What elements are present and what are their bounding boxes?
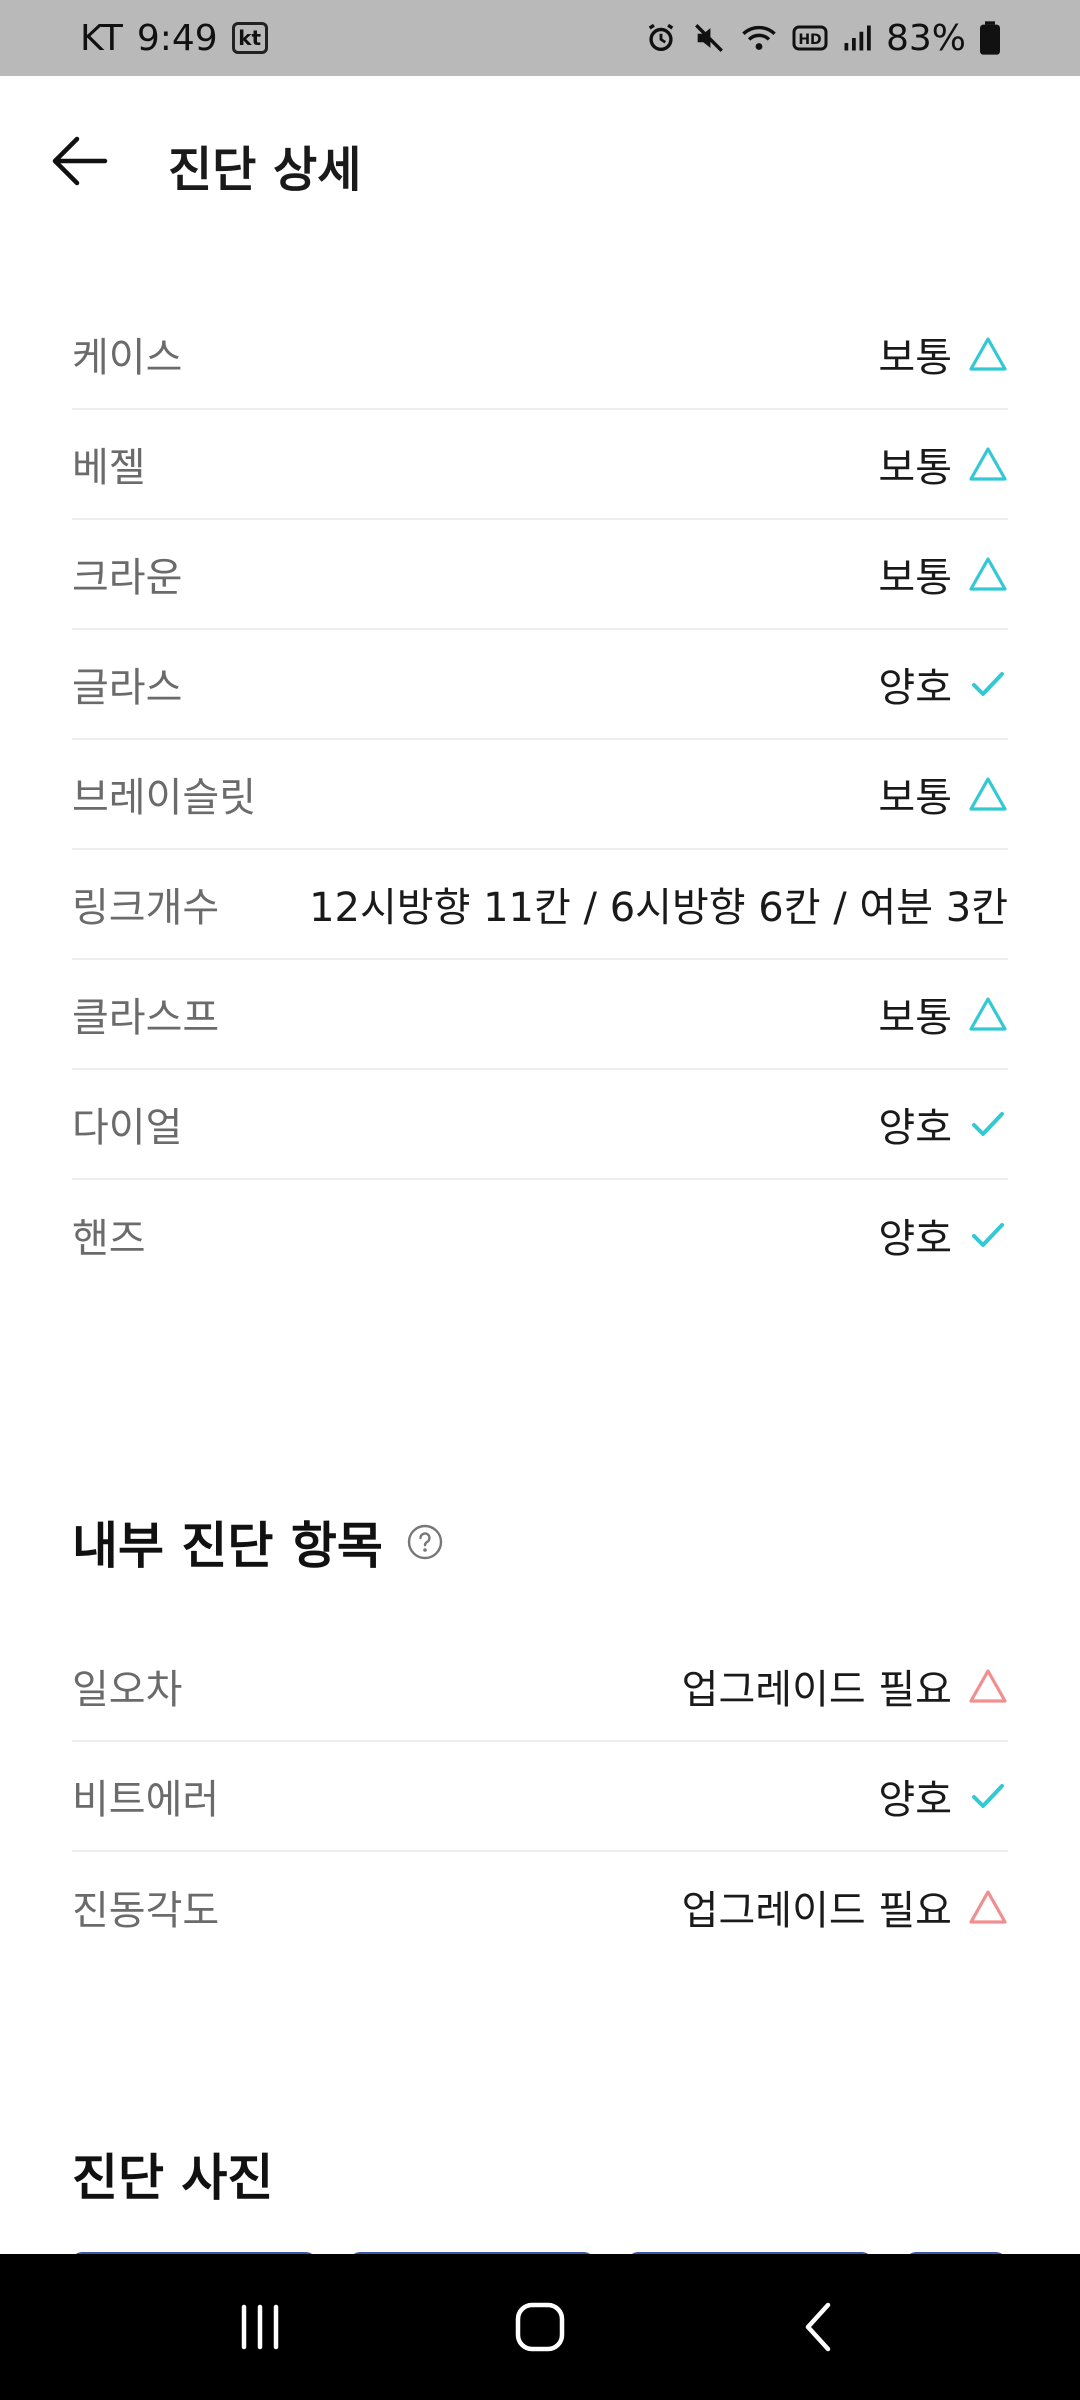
carrier-label: KT	[80, 17, 123, 59]
system-back-button[interactable]	[770, 2277, 870, 2377]
internal-section-title: 내부 진단 항목	[72, 1517, 383, 1575]
diagnosis-row: 브레이슬릿 보통	[72, 740, 1008, 850]
hd-voice-icon: HD	[792, 23, 828, 53]
home-button[interactable]	[490, 2277, 590, 2377]
triangle-icon	[968, 444, 1008, 484]
check-icon	[968, 1215, 1008, 1255]
check-icon	[968, 664, 1008, 704]
triangle-icon	[968, 774, 1008, 814]
diagnosis-value: 보통	[878, 995, 952, 1041]
diagnosis-label: 베젤	[72, 445, 146, 491]
diagnosis-value: 보통	[878, 555, 952, 601]
diagnosis-row: 일오차 업그레이드 필요	[72, 1632, 1008, 1742]
diagnosis-value: 보통	[878, 775, 952, 821]
status-bar: KT 9:49 kt HD 83%	[0, 0, 1080, 76]
app-header: 진단 상세	[0, 76, 1080, 246]
diagnosis-value-group: 보통	[878, 765, 1008, 823]
diagnosis-row: 클라스프 보통	[72, 960, 1008, 1070]
triangle-icon	[968, 994, 1008, 1034]
photos-section-title: 진단 사진	[72, 2149, 274, 2207]
diagnosis-value-group: 업그레이드 필요	[682, 1657, 1008, 1715]
battery-icon	[980, 21, 1000, 55]
diagnosis-label: 글라스	[72, 665, 183, 711]
diagnosis-label: 진동각도	[72, 1888, 220, 1934]
internal-section-heading: 내부 진단 항목	[72, 1506, 443, 1578]
help-circle-icon[interactable]	[407, 1524, 443, 1560]
diagnosis-row: 핸즈 양호	[72, 1180, 1008, 1290]
diagnosis-value-group: 업그레이드 필요	[682, 1878, 1008, 1936]
diagnosis-row: 케이스 보통	[72, 300, 1008, 410]
back-button[interactable]	[44, 126, 114, 196]
diagnosis-value-group: 양호	[878, 655, 1008, 713]
diagnosis-value: 업그레이드 필요	[681, 1888, 952, 1934]
diagnosis-label: 크라운	[72, 555, 183, 601]
diagnosis-label: 클라스프	[72, 995, 220, 1041]
diagnosis-label: 다이얼	[72, 1105, 183, 1151]
recent-apps-icon	[241, 2304, 279, 2350]
diagnosis-value: 양호	[878, 1777, 952, 1823]
battery-percent: 83%	[885, 17, 966, 59]
diagnosis-value-group: 양호	[878, 1767, 1008, 1825]
diagnosis-value: 보통	[878, 445, 952, 491]
diagnosis-row: 베젤 보통	[72, 410, 1008, 520]
signal-icon	[842, 23, 872, 53]
home-icon	[515, 2302, 565, 2352]
diagnosis-label: 핸즈	[72, 1216, 146, 1262]
diagnosis-row: 크라운 보통	[72, 520, 1008, 630]
diagnosis-label: 링크개수	[72, 885, 220, 931]
diagnosis-value: 12시방향 11칸 / 6시방향 6칸 / 여분 3칸	[309, 885, 1008, 931]
warning-triangle-icon	[968, 1666, 1008, 1706]
chevron-left-icon	[805, 2302, 831, 2352]
diagnosis-value-group: 보통	[878, 325, 1008, 383]
triangle-icon	[968, 334, 1008, 374]
arrow-left-icon	[52, 136, 108, 186]
diagnosis-value-group: 보통	[878, 545, 1008, 603]
diagnosis-value-group: 보통	[878, 985, 1008, 1043]
photos-section-heading: 진단 사진	[72, 2138, 273, 2210]
check-icon	[968, 1776, 1008, 1816]
diagnosis-value-group: 양호	[878, 1095, 1008, 1153]
diagnosis-label: 비트에러	[72, 1777, 220, 1823]
alarm-icon	[644, 21, 678, 55]
carrier-badge-icon: kt	[231, 22, 268, 54]
internal-diagnosis-list: 일오차 업그레이드 필요 비트에러 양호 진동각도 업그레이드 필요	[72, 1632, 1008, 1962]
diagnosis-value: 양호	[878, 1216, 952, 1262]
diagnosis-value-group: 12시방향 11칸 / 6시방향 6칸 / 여분 3칸	[309, 875, 1008, 933]
diagnosis-label: 브레이슬릿	[72, 775, 256, 821]
diagnosis-row: 링크개수 12시방향 11칸 / 6시방향 6칸 / 여분 3칸	[72, 850, 1008, 960]
diagnosis-label: 일오차	[72, 1667, 183, 1713]
diagnosis-label: 케이스	[72, 335, 183, 381]
wifi-icon	[740, 21, 778, 55]
diagnosis-value-group: 양호	[878, 1206, 1008, 1264]
svg-text:HD: HD	[798, 32, 821, 48]
system-navigation-bar	[0, 2254, 1080, 2400]
diagnosis-row: 진동각도 업그레이드 필요	[72, 1852, 1008, 1962]
page-title: 진단 상세	[168, 142, 362, 198]
diagnosis-row: 글라스 양호	[72, 630, 1008, 740]
diagnosis-value: 업그레이드 필요	[681, 1667, 952, 1713]
warning-triangle-icon	[968, 1887, 1008, 1927]
clock: 9:49	[136, 17, 218, 59]
diagnosis-value: 양호	[878, 1105, 952, 1151]
recent-apps-button[interactable]	[210, 2277, 310, 2377]
exterior-diagnosis-list: 케이스 보통 베젤 보통 크라운 보통 글라스 양호 브레이슬릿 보통 링크개수 12시방향 11칸 …	[72, 300, 1008, 1290]
mute-icon	[692, 21, 726, 55]
diagnosis-row: 비트에러 양호	[72, 1742, 1008, 1852]
triangle-icon	[968, 554, 1008, 594]
check-icon	[968, 1104, 1008, 1144]
diagnosis-value: 보통	[878, 335, 952, 381]
diagnosis-value: 양호	[878, 665, 952, 711]
diagnosis-row: 다이얼 양호	[72, 1070, 1008, 1180]
diagnosis-value-group: 보통	[878, 435, 1008, 493]
